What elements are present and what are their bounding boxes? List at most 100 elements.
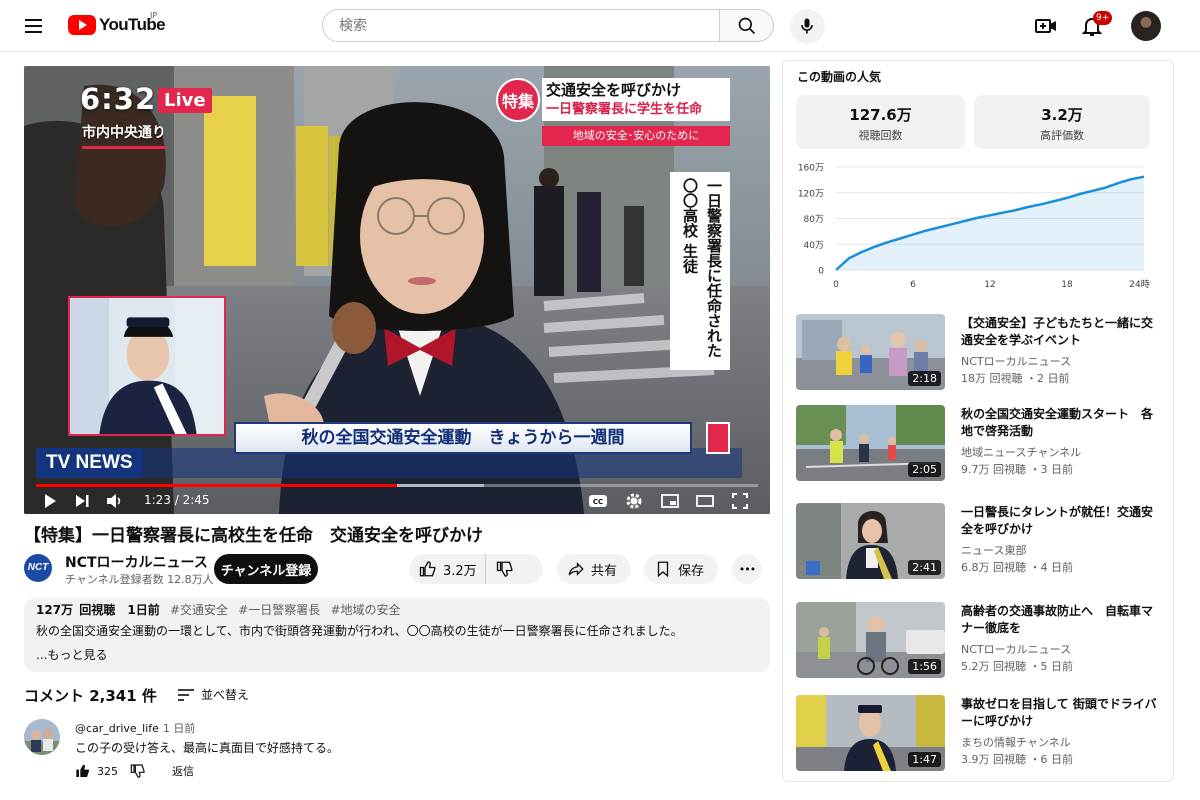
- recommendation-channel[interactable]: まちの情報チャンネル: [961, 734, 1071, 750]
- recommendation-item[interactable]: 2:18 【交通安全】子どもたちと一緒に交通安全を学ぶイベント NCTローカルニ…: [796, 314, 1162, 390]
- recommendation-item[interactable]: 2:41 一日警長にタレントが就任！交通安全を呼びかけ ニュース東部 6.8万 …: [796, 503, 1162, 579]
- save-button[interactable]: 保存: [644, 554, 718, 584]
- hashtag[interactable]: #交通安全: [170, 603, 228, 617]
- recommendation-meta: 6.8万 回視聴 ・4 日前: [961, 561, 1073, 574]
- views-value: 127.6万: [849, 106, 912, 124]
- volume-icon[interactable]: [104, 491, 124, 511]
- reply-button[interactable]: 返信: [172, 763, 194, 779]
- recommendation-meta: 9.7万 回視聴 ・3 日前: [961, 463, 1073, 476]
- sort-button[interactable]: 並べ替え: [178, 686, 249, 703]
- more-actions-button[interactable]: •••: [732, 554, 762, 584]
- recommendation-item[interactable]: 1:56 高齢者の交通事故防止へ 自転車マナー徹底を NCTローカルニュース 5…: [796, 602, 1162, 678]
- description-text: 秋の全国交通安全運動の一環として、市内で街頭啓発運動が行われ、〇〇高校の生徒が一…: [36, 624, 683, 638]
- theater-mode-icon[interactable]: [695, 491, 715, 511]
- video-player[interactable]: 6:32 Live 市内中央通り 特集 交通安全を呼びかけ 一日警察署長に学生を…: [24, 66, 770, 514]
- progress-bar[interactable]: [36, 484, 758, 487]
- player-controls: 1:23 / 2:45 CC: [24, 489, 770, 514]
- search-button[interactable]: [719, 9, 774, 42]
- description-box[interactable]: 127万 回視聴 1日前 #交通安全 #一日警察署長 #地域の安全 秋の全国交通…: [24, 598, 770, 672]
- recommendation-item[interactable]: 1:47 事故ゼロを目指して 街頭でドライバーに呼びかけ まちの情報チャンネル …: [796, 695, 1162, 771]
- like-button[interactable]: 3.2万: [409, 554, 486, 584]
- recommendation-title[interactable]: 事故ゼロを目指して 街頭でドライバーに呼びかけ: [961, 696, 1161, 730]
- recommendation-item[interactable]: 2:05 秋の全国交通安全運動スタート 各地で啓発活動 地域ニュースチャンネル …: [796, 405, 1162, 481]
- description-meta: 127万 回視聴 1日前 #交通安全 #一日警察署長 #地域の安全: [36, 602, 758, 619]
- video-title: 【特集】一日警察署長に高校生を任命 交通安全を呼びかけ: [24, 526, 483, 546]
- sort-icon: [178, 688, 194, 701]
- views-growth-chart: 0 40万 80万 120万 160万 0 6 12 18 24時間: [798, 164, 1150, 291]
- subtitles-icon[interactable]: CC: [588, 491, 608, 511]
- comment-author-line: @car_drive_life 1 日前: [75, 720, 195, 736]
- overlay-clock: 6:32: [80, 82, 157, 116]
- thumbs-down-icon: [496, 561, 513, 577]
- recommendation-channel[interactable]: ニュース東部: [961, 542, 1026, 558]
- search-icon: [738, 17, 756, 35]
- overlay-headline: 交通安全を呼びかけ 一日警察署長に学生を任命: [542, 78, 730, 121]
- comment-like-icon[interactable]: [75, 763, 91, 779]
- recommendation-meta: 3.9万 回視聴 ・6 日前: [961, 753, 1073, 766]
- share-button[interactable]: 共有: [557, 554, 631, 584]
- share-label: 共有: [591, 563, 618, 579]
- chart-y-tick-label: 0: [818, 267, 824, 277]
- likes-stat: 3.2万 高評価数: [974, 95, 1150, 149]
- overlay-location: 市内中央通り: [82, 122, 166, 149]
- recommendation-title[interactable]: 【交通安全】子どもたちと一緒に交通安全を学ぶイベント: [961, 315, 1161, 349]
- recommendation-title[interactable]: 一日警長にタレントが就任！交通安全を呼びかけ: [961, 504, 1161, 538]
- menu-icon[interactable]: [22, 14, 46, 38]
- miniplayer-icon[interactable]: [660, 491, 680, 511]
- recommendation-duration: 2:41: [908, 560, 941, 575]
- account-avatar[interactable]: [1131, 11, 1161, 41]
- hashtag[interactable]: #一日警察署長: [238, 603, 320, 617]
- like-dislike-group: 3.2万: [409, 554, 543, 584]
- upload-date: 1日前: [127, 603, 160, 617]
- thumbs-up-icon: [419, 561, 436, 577]
- commenter-avatar[interactable]: [24, 719, 60, 755]
- comment-author[interactable]: @car_drive_life: [75, 722, 159, 735]
- create-video-button[interactable]: [1034, 14, 1058, 38]
- popularity-title: この動画の人気: [797, 70, 882, 84]
- save-label: 保存: [678, 563, 705, 579]
- recommendation-title[interactable]: 秋の全国交通安全運動スタート 各地で啓発活動: [961, 406, 1161, 440]
- dislike-button[interactable]: [486, 554, 524, 584]
- chart-x-tick-label: 24時間: [1129, 279, 1150, 290]
- video-camera-plus-icon: [1035, 19, 1056, 33]
- subscribe-button[interactable]: チャンネル登録: [214, 554, 318, 584]
- chart-y-tick-label: 120万: [798, 189, 824, 199]
- time-display: 1:23 / 2:45: [144, 493, 210, 507]
- chart-y-tick-label: 80万: [804, 215, 824, 225]
- ticker-accent: [706, 422, 730, 454]
- inset-frame: [68, 296, 226, 436]
- chart-x-tick-label: 18: [1061, 280, 1073, 290]
- bookmark-icon: [657, 561, 669, 578]
- recommendation-channel[interactable]: 地域ニュースチャンネル: [961, 444, 1081, 460]
- play-icon[interactable]: [40, 491, 60, 511]
- settings-gear-icon[interactable]: [624, 491, 644, 511]
- recommendation-meta: 18万 回視聴 ・2 日前: [961, 372, 1070, 385]
- recommendation-duration: 1:47: [908, 752, 941, 767]
- chart-y-tick-label: 40万: [804, 241, 824, 251]
- youtube-logo[interactable]: YouTube JP: [68, 11, 166, 37]
- comment-dislike-icon[interactable]: [130, 763, 146, 779]
- comment-actions: 325 返信: [75, 763, 194, 779]
- show-more-link[interactable]: ...もっと見る: [36, 645, 758, 665]
- chart-x-tick-label: 12: [984, 280, 995, 290]
- next-icon[interactable]: [72, 491, 92, 511]
- channel-name[interactable]: NCTローカルニュース: [65, 552, 208, 572]
- channel-logo[interactable]: NCT: [24, 554, 52, 582]
- played-bar: [36, 484, 397, 487]
- voice-search-button[interactable]: [790, 9, 825, 44]
- fullscreen-icon[interactable]: [730, 491, 750, 511]
- like-count: 3.2万: [443, 563, 477, 579]
- recommendation-channel[interactable]: NCTローカルニュース: [961, 641, 1071, 657]
- comment-age: 1 日前: [162, 722, 196, 735]
- comments-heading: コメント 2,341 件: [24, 687, 157, 705]
- recommendation-title[interactable]: 高齢者の交通事故防止へ 自転車マナー徹底を: [961, 603, 1161, 637]
- hashtag[interactable]: #地域の安全: [330, 603, 400, 617]
- views-stat: 127.6万 視聴回数: [796, 95, 965, 149]
- top-bar: YouTube JP 9+: [0, 0, 1200, 52]
- overlay-subheadline: 地域の安全･安心のために: [542, 126, 730, 146]
- search-input[interactable]: [322, 9, 720, 42]
- recommendation-channel[interactable]: NCTローカルニュース: [961, 353, 1071, 369]
- overlay-ticker: 秋の全国交通安全運動 きょうから一週間: [234, 422, 692, 454]
- more-dots-icon: •••: [738, 562, 756, 576]
- chart-x-tick-label: 0: [833, 280, 839, 290]
